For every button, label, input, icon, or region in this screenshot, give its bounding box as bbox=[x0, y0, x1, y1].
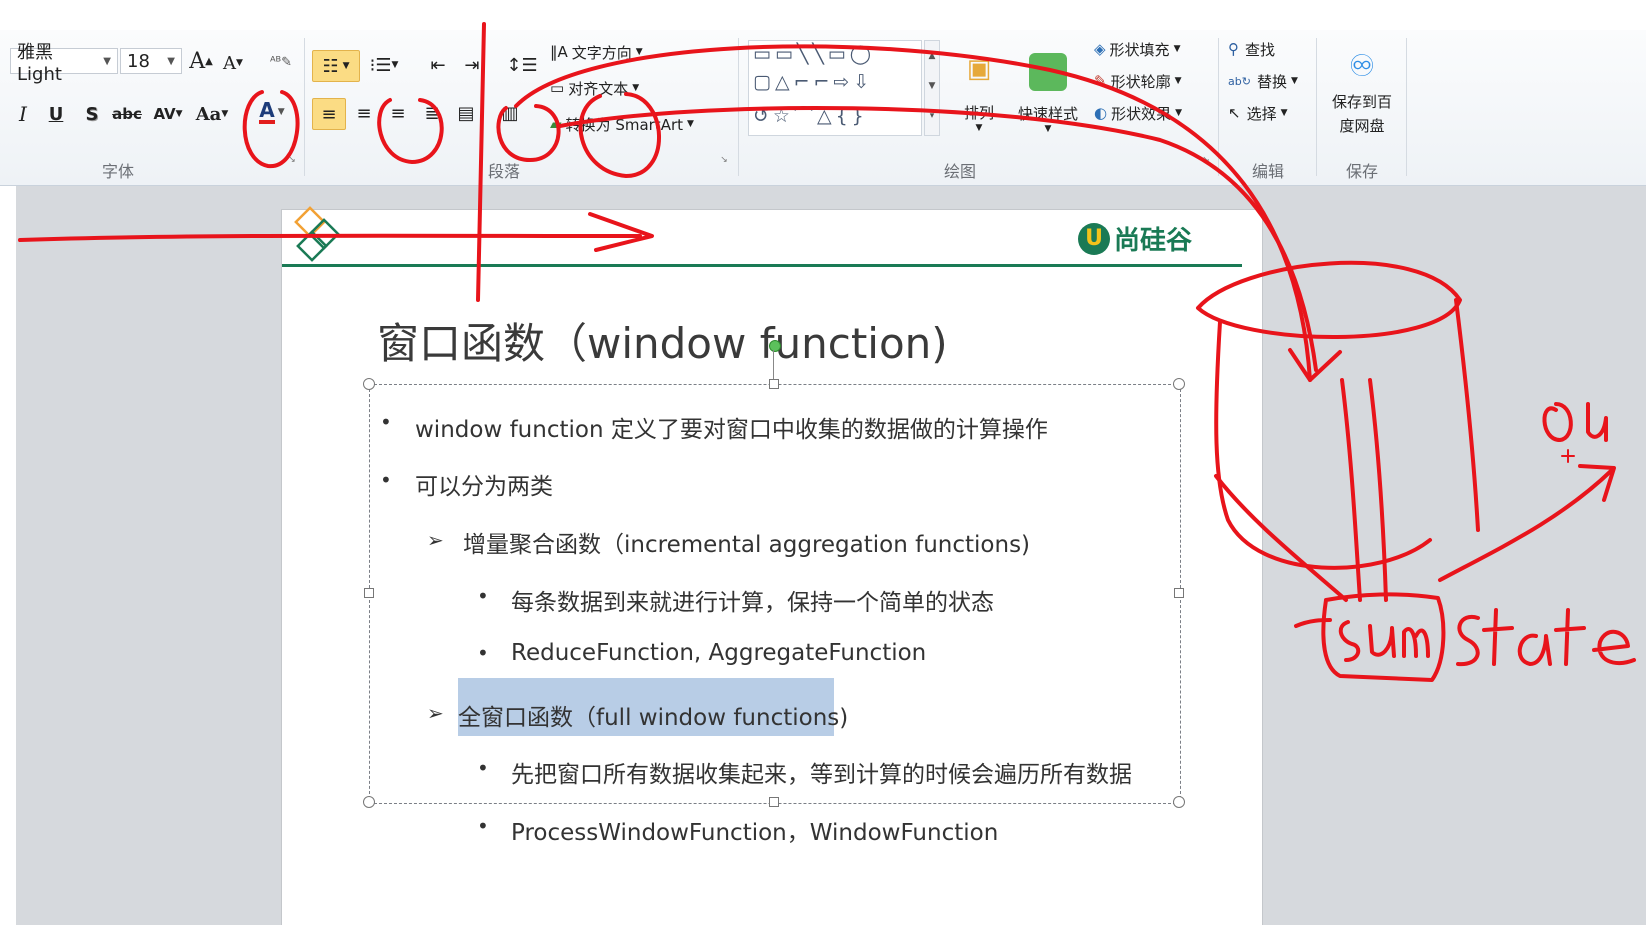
ink-circle-align bbox=[377, 98, 444, 164]
ink-state-glyphs bbox=[1456, 608, 1636, 667]
ink-curve-to-sum-2 bbox=[558, 105, 1318, 372]
ink-bucket-left bbox=[1214, 320, 1432, 570]
ink-bucket-top bbox=[1196, 260, 1462, 339]
ink-funnel-left bbox=[1214, 474, 1348, 602]
ink-bucket-right bbox=[1454, 298, 1480, 532]
ink-plus-mark bbox=[1561, 449, 1575, 463]
ink-bucket-inner-2 bbox=[1368, 378, 1388, 602]
ink-horizontal-arrow-head bbox=[588, 212, 654, 252]
ink-circle-smartart bbox=[578, 92, 661, 178]
ink-circle-font-color bbox=[242, 90, 300, 169]
ink-arrow-to-out bbox=[1438, 468, 1614, 582]
ink-vertical-stroke bbox=[476, 22, 486, 302]
ink-horizontal-arrow bbox=[18, 233, 642, 242]
ink-annotation-layer bbox=[18, 22, 1636, 682]
ppt-editor-window: 雅黑 Light ▼ 18 ▼ A ▲ A ▼ ᴬᴮ✎ I U S abc AV ▼ … bbox=[0, 0, 1646, 925]
ink-sum-glyphs bbox=[1338, 620, 1430, 662]
ink-circle-columns bbox=[496, 104, 561, 162]
ink-out-glyphs bbox=[1542, 402, 1608, 442]
